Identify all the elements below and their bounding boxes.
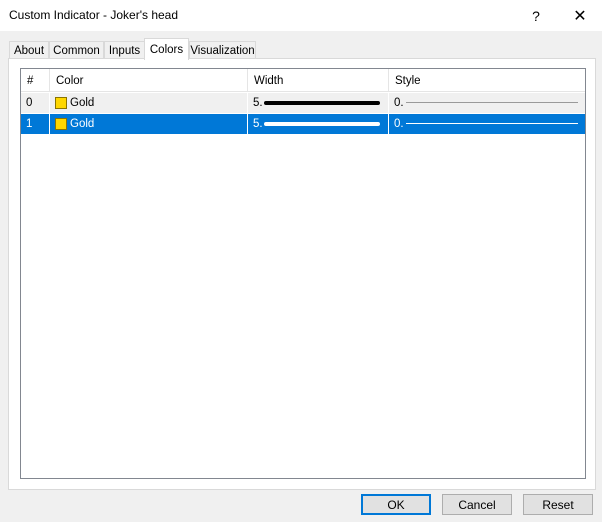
column-header-width[interactable]: Width [248, 69, 389, 92]
colors-panel: # Color Width Style 0 Gold 5. 0. 1 Gold … [8, 58, 596, 490]
window-title: Custom Indicator - Joker's head [9, 8, 179, 22]
reset-button[interactable]: Reset [523, 494, 593, 515]
title-bar: Custom Indicator - Joker's head ? ✕ [0, 0, 602, 31]
table-row[interactable]: 0 Gold 5. 0. [21, 93, 585, 113]
color-cell[interactable]: Gold [50, 114, 248, 134]
width-line-preview [264, 101, 380, 105]
style-line-preview [406, 102, 578, 103]
color-swatch [55, 97, 67, 109]
width-cell[interactable]: 5. [248, 114, 389, 134]
row-index: 0 [21, 93, 50, 113]
close-button[interactable]: ✕ [558, 0, 602, 31]
tab-inputs[interactable]: Inputs [104, 41, 145, 59]
width-value: 5. [253, 97, 263, 109]
dialog-client: About Common Inputs Colors Visualization… [0, 31, 602, 522]
cancel-button[interactable]: Cancel [442, 494, 512, 515]
color-swatch [55, 118, 67, 130]
tab-common[interactable]: Common [49, 41, 104, 59]
color-cell[interactable]: Gold [50, 93, 248, 113]
help-button[interactable]: ? [514, 0, 558, 31]
color-name: Gold [70, 97, 95, 109]
list-header: # Color Width Style [21, 69, 585, 92]
style-cell[interactable]: 0. [389, 114, 585, 134]
width-value: 5. [253, 118, 263, 130]
table-row-selected[interactable]: 1 Gold 5. 0. [21, 114, 585, 134]
width-line-preview [264, 122, 380, 126]
style-cell[interactable]: 0. [389, 93, 585, 113]
colors-list[interactable]: # Color Width Style 0 Gold 5. 0. 1 Gold … [20, 68, 586, 479]
color-name: Gold [70, 118, 95, 130]
row-index: 1 [21, 114, 50, 134]
style-value: 0. [394, 97, 404, 109]
tab-visualization[interactable]: Visualization [189, 41, 256, 59]
style-value: 0. [394, 118, 404, 130]
column-header-color[interactable]: Color [50, 69, 248, 92]
column-header-style[interactable]: Style [389, 69, 585, 92]
tab-about[interactable]: About [9, 41, 49, 59]
ok-button[interactable]: OK [361, 494, 431, 515]
column-header-index[interactable]: # [21, 69, 50, 92]
tab-colors[interactable]: Colors [144, 38, 189, 60]
style-line-preview [406, 123, 578, 124]
width-cell[interactable]: 5. [248, 93, 389, 113]
